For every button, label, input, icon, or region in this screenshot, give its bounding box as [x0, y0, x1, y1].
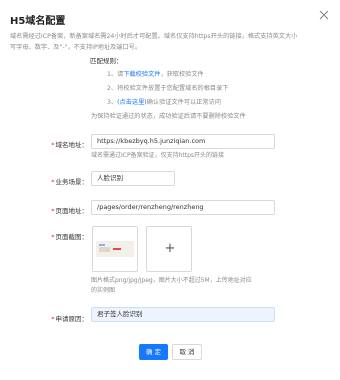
description-line: 域名需经过ICP备案，新备案域名需24小时后才可配置。域名仅支持https开头的… — [10, 33, 298, 40]
confirm-button[interactable]: 确 定 — [139, 344, 168, 360]
close-icon[interactable] — [319, 10, 329, 20]
domain-label: *域名地址： — [51, 141, 88, 149]
match-rule-1: 1、请下载校验文件，获取校验文件 — [107, 71, 204, 78]
scene-label: *业务场景： — [51, 178, 88, 186]
reason-label: *申请原因： — [51, 315, 88, 323]
plus-icon: + — [164, 241, 176, 256]
match-rule-3: 3、(点击这里)确认验证文件可以正常访问 — [107, 99, 221, 106]
scene-input[interactable]: 人脸识别 — [91, 171, 175, 186]
download-verify-file-link[interactable]: 下载校验文件 — [123, 71, 160, 78]
cancel-button[interactable]: 取 消 — [172, 344, 202, 360]
screenshot-thumbnail[interactable] — [92, 226, 138, 272]
description-line: 写字母、数字、及"-"，不支持IP地址及端口号。 — [10, 44, 142, 51]
page-url-label: *页面地址： — [51, 207, 88, 215]
dialog-description: 域名需经过ICP备案，新备案域名需24小时后才可配置。域名仅支持https开头的… — [10, 31, 328, 53]
page-url-input[interactable]: /pages/order/renzheng/renzheng — [91, 200, 275, 215]
match-rule-note: 为保持验证通过的状态，成功验证后请不要删除校验文件 — [91, 113, 246, 120]
screenshot-label: *页面截图： — [51, 233, 88, 241]
click-here-link[interactable]: (点击这里) — [117, 99, 147, 106]
domain-help: 域名需通过ICP备案验证，仅支持https开头的链接 — [91, 152, 225, 159]
match-rule-2: 2、将校验文件放置于您配置域名的根目录下 — [107, 85, 229, 92]
h5-domain-config-dialog: H5域名配置 域名需经过ICP备案，新备案域名需24小时后才可配置。域名仅支持h… — [0, 0, 340, 380]
domain-input[interactable]: https://kbezbyq.h5.junziqian.com — [91, 134, 275, 149]
dialog-title: H5域名配置 — [10, 16, 66, 27]
screenshot-help: 图片格式png/jpg/jpeg，图片大小不超过5M，上传地址对应 的实例图 — [91, 277, 252, 294]
match-rules-title: 匹配规则： — [90, 57, 123, 65]
upload-image-button[interactable]: + — [146, 226, 192, 272]
reason-input[interactable]: 君子签人脸识别 — [91, 307, 275, 322]
